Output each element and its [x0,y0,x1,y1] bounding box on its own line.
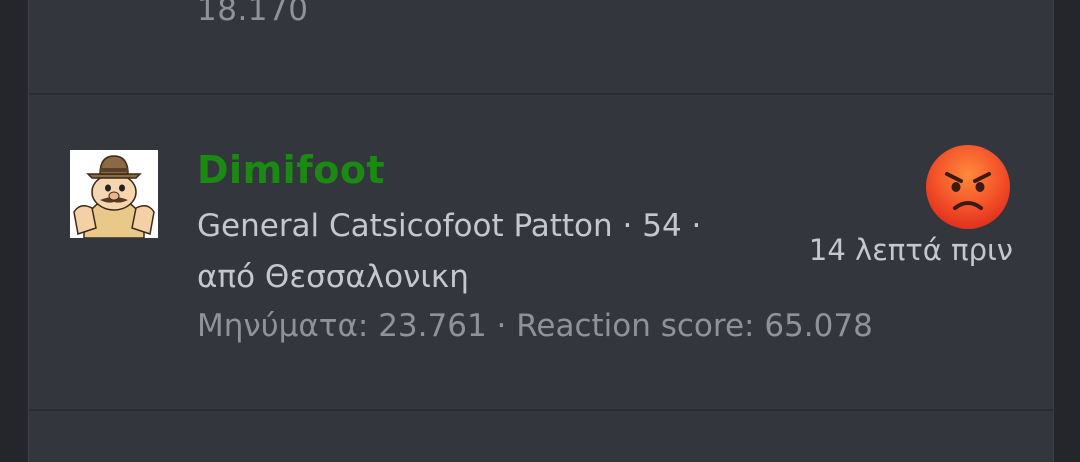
list-divider [29,409,1053,411]
user-title: General Catsicofoot Patton · 54 · [197,208,702,244]
list-divider [29,93,1053,95]
reaction-time: 14 λεπτά πριν [808,233,1013,267]
previous-item-score: 18.170 [197,0,309,28]
avatar[interactable] [70,150,158,238]
username[interactable]: Dimifoot [197,148,385,192]
reactions-list-panel: 18.170 Dimifoot General Catsicofoot Patt… [28,0,1054,462]
detective-avatar-icon [70,150,158,238]
user-location: από Θεσσαλονικη [197,259,469,295]
user-stats: Μηνύματα: 23.761 · Reaction score: 65.07… [197,308,873,344]
reaction-angry-icon [925,144,1011,230]
